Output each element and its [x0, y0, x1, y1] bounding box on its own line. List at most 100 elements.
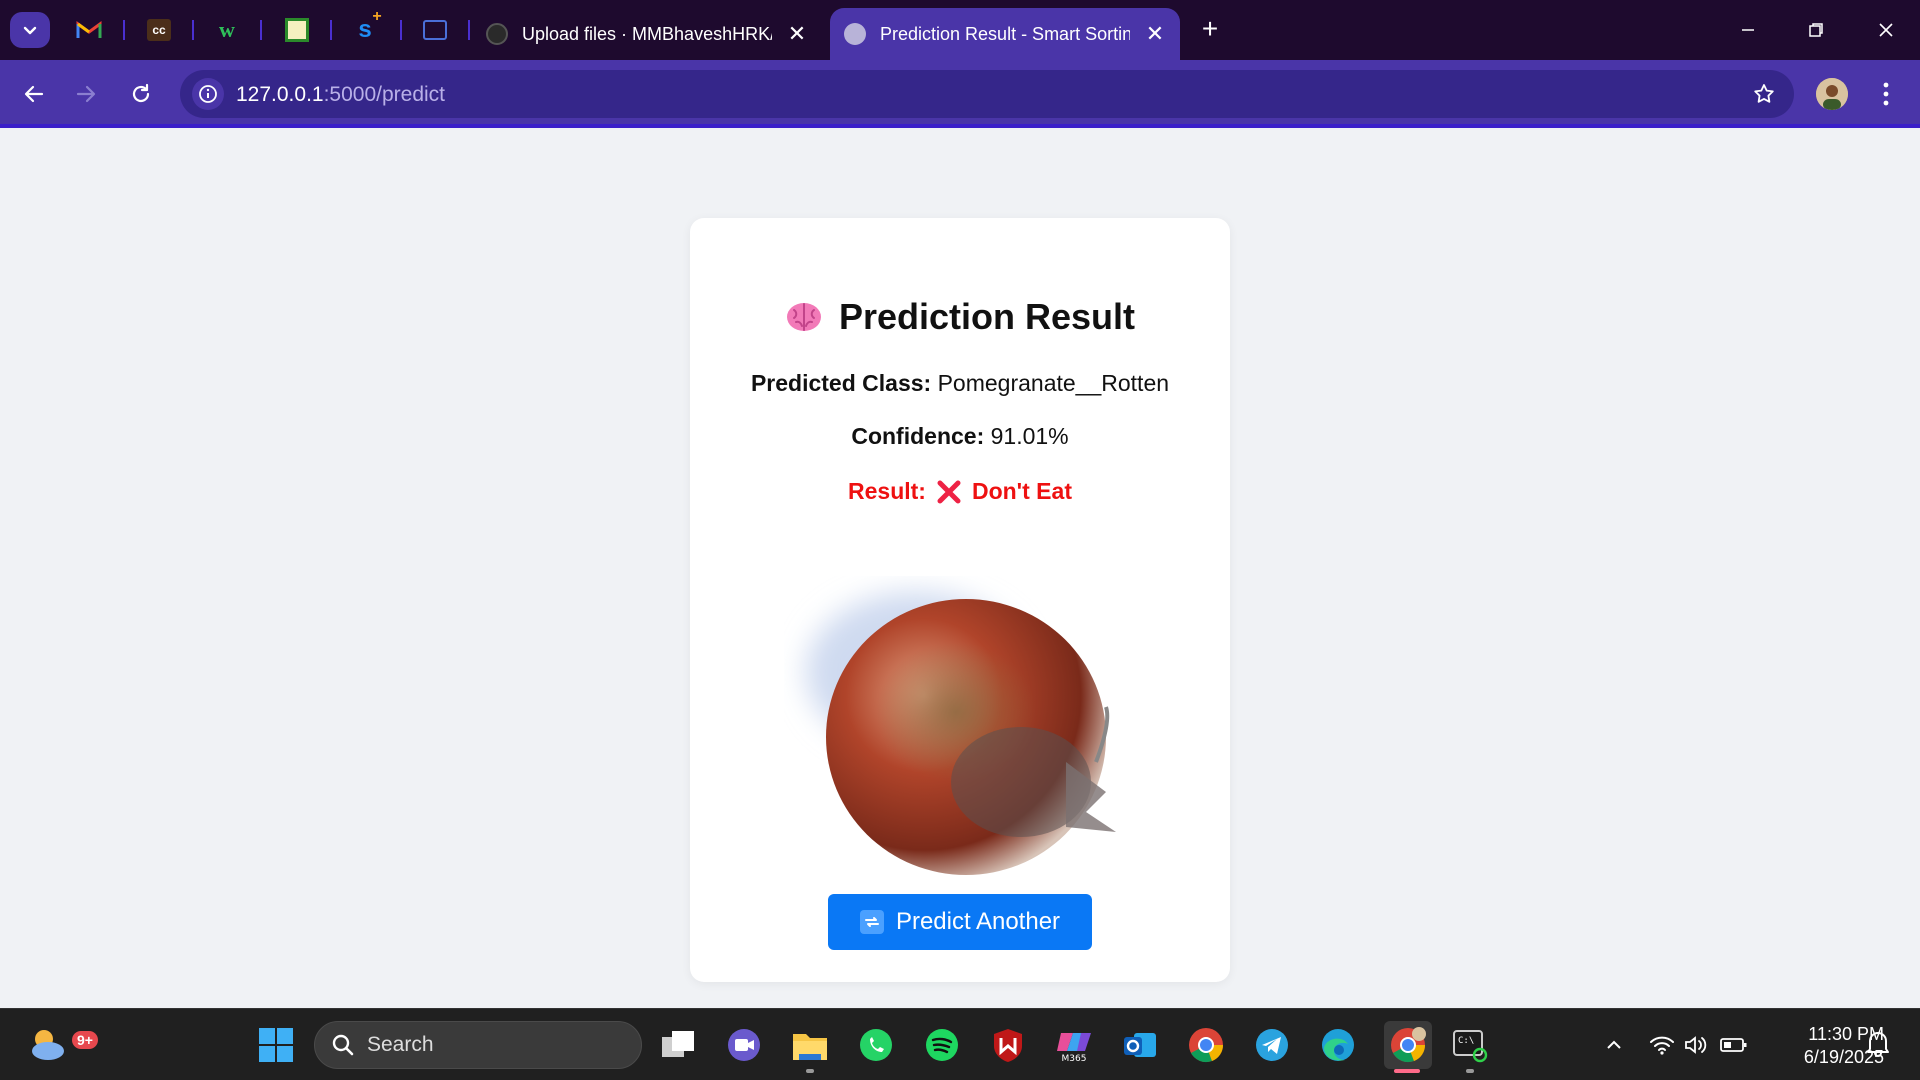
- weather-badge: 9+: [72, 1031, 98, 1049]
- tab-prediction-result[interactable]: Prediction Result - Smart Sortin ✕: [830, 8, 1180, 60]
- task-view-icon: [662, 1031, 694, 1057]
- running-indicator: [806, 1069, 814, 1073]
- taskbar-spotify[interactable]: [922, 1025, 962, 1065]
- user-avatar-icon: [1816, 78, 1848, 110]
- result-card: Prediction Result Predicted Class: Pomeg…: [690, 218, 1230, 982]
- task-view-button[interactable]: [658, 1025, 698, 1065]
- new-tab-button[interactable]: +: [1194, 14, 1226, 46]
- confidence-value: 91.01%: [990, 423, 1069, 449]
- microsoft-365-icon: M365: [1057, 1033, 1091, 1063]
- tab-separator: [192, 20, 194, 40]
- result-line: Result: Don't Eat: [690, 478, 1230, 505]
- terminal-icon: C:\: [1453, 1030, 1488, 1063]
- gmail-icon: [76, 21, 102, 38]
- taskbar-chrome-active[interactable]: [1384, 1021, 1432, 1069]
- show-hidden-icons-button[interactable]: [1600, 1031, 1628, 1059]
- spreadsheet-icon: [285, 18, 309, 42]
- address-bar[interactable]: 127.0.0.1:5000/predict: [180, 70, 1794, 118]
- gmail-pinned-tab[interactable]: [72, 14, 106, 46]
- start-button[interactable]: [256, 1025, 296, 1065]
- browser-menu-button[interactable]: [1874, 78, 1898, 110]
- outlook-icon: [1124, 1033, 1156, 1057]
- taskbar-terminal[interactable]: C:\: [1450, 1025, 1490, 1065]
- result-value: Don't Eat: [971, 478, 1072, 504]
- more-vertical-icon: [1883, 82, 1889, 106]
- url-host: 127.0.0.1: [236, 83, 324, 106]
- back-button[interactable]: [16, 76, 52, 112]
- url-text[interactable]: 127.0.0.1:5000/predict: [236, 83, 445, 107]
- taskbar-meet[interactable]: [724, 1025, 764, 1065]
- tab-separator: [123, 20, 125, 40]
- taskbar-chrome[interactable]: [1186, 1025, 1226, 1065]
- close-window-button[interactable]: [1864, 12, 1908, 48]
- taskbar-whatsapp[interactable]: [856, 1025, 896, 1065]
- tab-strip: cc w s + Upload files · MMBhaveshHRK/ ✕ P…: [0, 0, 1920, 60]
- page-title: Prediction Result: [690, 296, 1230, 338]
- s-plus-pinned-tab[interactable]: s +: [348, 8, 382, 46]
- tab-separator: [330, 20, 332, 40]
- screen-pinned-tab[interactable]: [418, 14, 452, 46]
- result-label: Result:: [848, 478, 926, 504]
- cc-icon: cc: [147, 19, 171, 41]
- active-indicator: [1394, 1069, 1420, 1073]
- restore-button[interactable]: [1794, 12, 1838, 48]
- tab-separator: [468, 20, 470, 40]
- predict-another-button[interactable]: Predict Another: [828, 894, 1092, 950]
- arrow-left-icon: [24, 85, 44, 103]
- browser-toolbar: 127.0.0.1:5000/predict: [0, 60, 1920, 128]
- shield-icon: [994, 1029, 1022, 1062]
- folder-icon: [793, 1034, 827, 1060]
- w-logo-icon: w: [219, 17, 235, 42]
- telegram-icon: [1256, 1029, 1288, 1061]
- site-info-button[interactable]: [192, 78, 224, 110]
- volume-status[interactable]: [1682, 1031, 1710, 1059]
- bookmark-button[interactable]: [1752, 82, 1776, 111]
- chevron-up-icon: [1607, 1040, 1621, 1049]
- speaker-icon: [1685, 1036, 1707, 1054]
- reload-icon: [132, 83, 150, 103]
- taskbar-mcafee[interactable]: [988, 1025, 1028, 1065]
- whatsapp-icon: [860, 1029, 892, 1061]
- taskbar-edge[interactable]: [1318, 1025, 1358, 1065]
- predicted-class-value: Pomegranate__Rotten: [937, 370, 1170, 396]
- search-icon: [332, 1034, 354, 1056]
- close-icon[interactable]: ✕: [1144, 21, 1166, 47]
- notifications-button[interactable]: [1864, 1029, 1892, 1057]
- taskbar-file-explorer[interactable]: [790, 1025, 830, 1065]
- confidence-line: Confidence: 91.01%: [690, 423, 1230, 450]
- w-pinned-tab[interactable]: w: [210, 14, 244, 46]
- taskbar-search[interactable]: Search: [314, 1021, 642, 1069]
- cc-pinned-tab[interactable]: cc: [142, 14, 176, 46]
- minimize-button[interactable]: [1726, 12, 1770, 48]
- predict-another-label: Predict Another: [895, 908, 1061, 935]
- video-chat-icon: [728, 1029, 760, 1061]
- taskbar-telegram[interactable]: [1252, 1025, 1292, 1065]
- close-icon[interactable]: ✕: [786, 21, 808, 47]
- weather-cloud-icon: [32, 1030, 64, 1060]
- edge-icon: [1322, 1029, 1354, 1061]
- chrome-icon: [1189, 1028, 1224, 1063]
- taskbar-m365[interactable]: M365: [1054, 1025, 1094, 1065]
- repeat-icon: [859, 910, 884, 934]
- weather-widget[interactable]: 9+: [28, 1023, 98, 1063]
- reload-button[interactable]: [123, 76, 159, 112]
- wifi-icon: [1650, 1036, 1674, 1055]
- battery-status[interactable]: [1720, 1031, 1748, 1059]
- sheet-pinned-tab[interactable]: [280, 14, 314, 46]
- url-path: :5000/predict: [323, 83, 446, 106]
- taskbar-outlook[interactable]: [1120, 1025, 1160, 1065]
- tab-search-button[interactable]: [10, 12, 50, 48]
- close-icon: [1879, 23, 1893, 37]
- profile-avatar[interactable]: [1816, 78, 1848, 110]
- wifi-status[interactable]: [1648, 1031, 1676, 1059]
- cross-mark-icon: [937, 480, 961, 503]
- brain-icon: [786, 303, 821, 331]
- forward-button[interactable]: [68, 76, 104, 112]
- predicted-class-label: Predicted Class:: [750, 370, 932, 396]
- screen-capture-icon: [423, 20, 447, 40]
- svg-text:C:\: C:\: [1458, 1036, 1474, 1046]
- tab-upload-files[interactable]: Upload files · MMBhaveshHRK/ ✕: [472, 8, 824, 60]
- chevron-down-icon: [23, 26, 37, 35]
- bell-icon: [1867, 1032, 1889, 1057]
- globe-icon: [844, 23, 866, 45]
